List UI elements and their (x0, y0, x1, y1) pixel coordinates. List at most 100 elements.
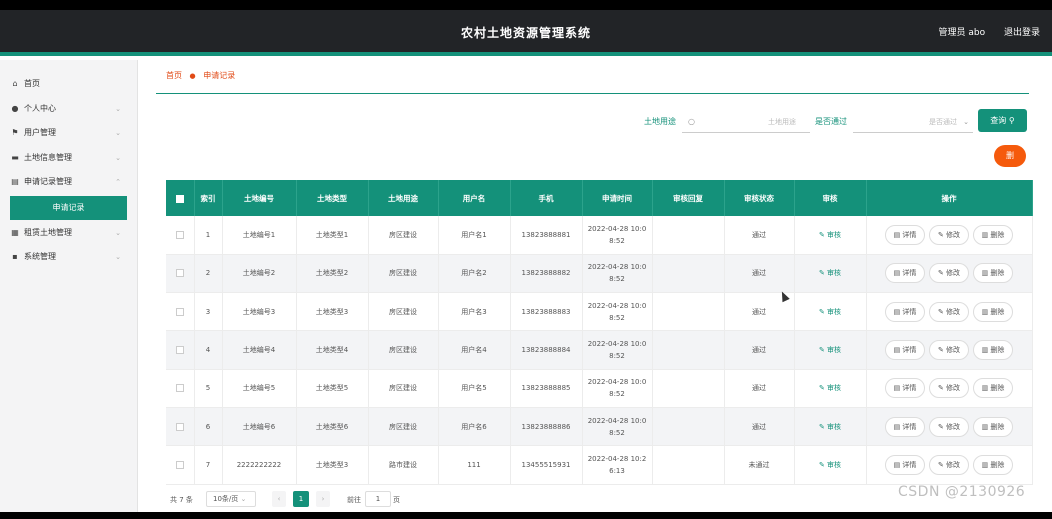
cell-phone: 13823888883 (510, 292, 583, 332)
edit-button[interactable]: ✎ 修改 (929, 340, 969, 361)
search-button-label: 查询 (990, 116, 1007, 125)
remove-button[interactable]: ▥ 删除 (973, 378, 1013, 399)
sidebar-item-home[interactable]: ⌂ 首页 (0, 72, 137, 97)
cell-land-no: 土地编号1 (222, 216, 297, 255)
select-all-checkbox[interactable] (175, 194, 184, 203)
remove-button[interactable]: ▥ 删除 (973, 263, 1013, 284)
next-page-button[interactable]: › (316, 491, 330, 507)
row-checkbox[interactable] (175, 346, 184, 355)
review-link[interactable]: ✎ 审核 (819, 269, 841, 277)
sidebar-item-profile[interactable]: ● 个人中心 ⌄ (0, 97, 137, 122)
detail-button[interactable]: ▤ 详情 (885, 416, 925, 437)
trash-icon: ▥ (981, 346, 989, 355)
apply-time-line2: 8:52 (609, 313, 625, 322)
remove-button[interactable]: ▥ 删除 (973, 340, 1013, 361)
col-header: 用户名 (438, 180, 511, 216)
row-select-cell (166, 407, 195, 447)
cell-reply (652, 369, 725, 408)
edit-icon: ✎ (818, 230, 825, 239)
cell-apply-time: 2022-04-28 10:0 8:52 (582, 254, 653, 294)
gear-icon: ▪ (12, 252, 18, 261)
trash-icon: ▥ (981, 230, 989, 239)
detail-button[interactable]: ▤ 详情 (885, 224, 925, 245)
detail-label: 详情 (902, 346, 917, 355)
row-checkbox[interactable] (175, 269, 184, 278)
review-link[interactable]: ✎ 审核 (819, 461, 841, 469)
table-row: 2 土地编号2 土地类型2 房区建设 用户名2 13823888882 2022-04-28… (166, 254, 1033, 294)
trash-icon: ▥ (981, 460, 989, 469)
review-link[interactable]: ✎ 审核 (819, 308, 841, 316)
sidebar: ⌂ 首页 ● 个人中心 ⌄ ⚑ 用户管理 ⌄ ▬ 土地信息管理 ⌄ ▤ 申请记录… (0, 60, 138, 512)
review-link[interactable]: ✎ 审核 (819, 231, 841, 239)
row-checkbox[interactable] (175, 460, 184, 469)
cell-actions: ▤ 详情 ✎ 修改 ▥ 删除 (866, 330, 1033, 370)
col-header: 索引 (194, 180, 223, 216)
chevron-down-icon: ⌄ (115, 253, 121, 261)
col-header: 审核回复 (652, 180, 725, 216)
cell-username: 用户名6 (438, 407, 511, 447)
row-select-cell (166, 254, 195, 294)
cell-land-use: 房区建设 (368, 292, 439, 332)
detail-button[interactable]: ▤ 详情 (885, 378, 925, 399)
edit-button[interactable]: ✎ 修改 (929, 454, 969, 475)
edit-button[interactable]: ✎ 修改 (929, 416, 969, 437)
chevron-down-icon: ⌄ (115, 104, 121, 113)
cell-actions: ▤ 详情 ✎ 修改 ▥ 删除 (866, 254, 1033, 294)
prev-page-button[interactable]: ‹ (272, 491, 286, 507)
remove-button[interactable]: ▥ 删除 (973, 454, 1013, 475)
cell-apply-time: 2022-04-28 10:0 8:52 (582, 292, 653, 332)
doc-icon: ▤ (893, 307, 901, 316)
land-use-input[interactable]: ○ 土地用途 (682, 111, 810, 133)
cell-review: ✎ 审核 (794, 216, 867, 255)
remove-button[interactable]: ▥ 删除 (973, 224, 1013, 245)
edit-button[interactable]: ✎ 修改 (929, 301, 969, 322)
goto-page-input[interactable]: 1 (365, 491, 391, 507)
sidebar-item-applications[interactable]: ▤ 申请记录管理 ⌃ (0, 170, 137, 195)
search-icon: ○ (688, 117, 695, 126)
delete-button[interactable]: 删 (994, 145, 1026, 167)
passed-select[interactable]: 是否通过 ⌄ (853, 111, 973, 133)
trash-icon: ▥ (981, 422, 989, 431)
col-header: 审核 (794, 180, 867, 216)
detail-button[interactable]: ▤ 详情 (885, 340, 925, 361)
page-1-button[interactable]: 1 (293, 491, 309, 507)
row-checkbox[interactable] (175, 230, 184, 239)
review-label: 审核 (827, 269, 842, 278)
edit-button[interactable]: ✎ 修改 (929, 263, 969, 284)
edit-button[interactable]: ✎ 修改 (929, 378, 969, 399)
sidebar-item-users[interactable]: ⚑ 用户管理 ⌄ (0, 121, 137, 146)
edit-button[interactable]: ✎ 修改 (929, 224, 969, 245)
cell-actions: ▤ 详情 ✎ 修改 ▥ 删除 (866, 216, 1033, 255)
folder-icon: ▬ (11, 152, 19, 162)
detail-button[interactable]: ▤ 详情 (885, 263, 925, 284)
sidebar-item-label: 个人中心 (24, 103, 56, 113)
sidebar-item-lease[interactable]: ▦ 租赁土地管理 ⌄ (0, 221, 137, 246)
review-link[interactable]: ✎ 审核 (819, 423, 841, 431)
row-checkbox[interactable] (175, 307, 184, 316)
row-checkbox[interactable] (175, 422, 184, 431)
sidebar-item-land-info[interactable]: ▬ 土地信息管理 ⌄ (0, 146, 137, 171)
remove-button[interactable]: ▥ 删除 (973, 301, 1013, 322)
review-link[interactable]: ✎ 审核 (819, 384, 841, 392)
remove-button[interactable]: ▥ 删除 (973, 416, 1013, 437)
row-checkbox[interactable] (175, 384, 184, 393)
cell-phone: 13823888884 (510, 330, 583, 370)
divider (156, 93, 1029, 94)
cell-status: 通过 (724, 407, 795, 447)
edit-icon: ✎ (937, 384, 944, 393)
search-button[interactable]: 查询 ⚲ (978, 109, 1027, 132)
cell-status: 通过 (724, 330, 795, 370)
review-link[interactable]: ✎ 审核 (819, 346, 841, 354)
sidebar-item-system[interactable]: ▪ 系统管理 ⌄ (0, 245, 137, 270)
search-icon: ⚲ (1008, 116, 1015, 125)
detail-button[interactable]: ▤ 详情 (885, 454, 925, 475)
page-size-select[interactable]: 10条/页 ⌄ (206, 491, 256, 507)
breadcrumb-home[interactable]: 首页 (166, 71, 182, 80)
table-header-row: 索引 土地编号 土地类型 土地用途 用户名 手机 申请时间 审核回复 审核状态 … (166, 180, 1033, 216)
sidebar-subitem-application-records[interactable]: 申请记录 (10, 195, 127, 220)
apply-time-line1: 2022-04-28 10:2 (587, 454, 647, 463)
detail-button[interactable]: ▤ 详情 (885, 301, 925, 322)
logout-button[interactable]: 退出登录 (1004, 28, 1040, 38)
table-row: 3 土地编号3 土地类型3 房区建设 用户名3 13823888883 2022-04-28… (166, 292, 1033, 332)
apply-time-line2: 8:52 (609, 352, 625, 361)
